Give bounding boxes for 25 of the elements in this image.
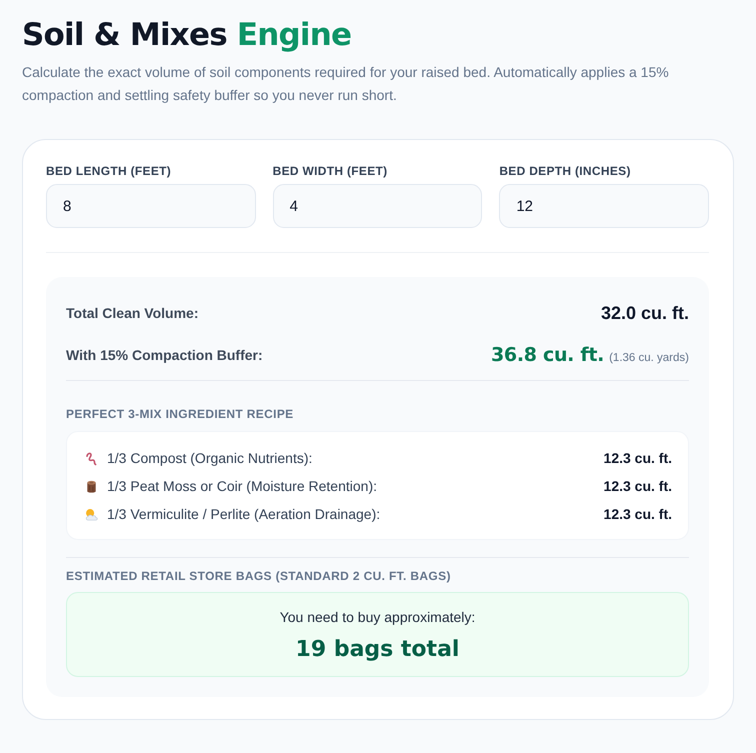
number-input[interactable]: 8 [46,184,256,228]
result-label: With 15% Compaction Buffer: [66,347,263,363]
bag-total: 19 bags total [296,636,460,664]
ingredient-amount: 12.3 cu. ft. [604,506,672,522]
volume-value: 32.0 cu. ft. [600,302,689,324]
bag-estimate-lead: You need to buy approximately: [280,608,476,627]
ingredient-label: 1/3 Peat Moss or Coir (Moisture Retention): [107,478,377,494]
ingredient-label: 1/3 Compost (Organic Nutrients): [107,450,312,466]
field-label: BED DEPTH (INCHES) [499,163,631,179]
buffered-volume-value: 36.8 cu. ft. [491,344,604,366]
section-heading: PERFECT 3-MIX INGREDIENT RECIPE [66,406,294,422]
worm-icon [84,450,99,466]
page-title: Soil & Mixes Engine [22,16,352,55]
field-label: BED LENGTH (FEET) [46,163,172,179]
ingredient-amount: 12.3 cu. ft. [604,478,672,494]
field-label: BED WIDTH (FEET) [272,163,388,179]
page-description: Calculate the exact volume of soil components required for your raised bed. Automatically applies a 15% compaction and settling safety buffer so you never run short. [22,63,670,105]
result-label: Total Clean Volume: [66,305,198,321]
cubic-yards-note: (1.36 cu. yards) [609,352,689,364]
section-heading: ESTIMATED RETAIL STORE BAGS (STANDARD 2 CU. FT. BAGS) [66,568,451,584]
number-input[interactable]: 12 [499,184,709,228]
number-input[interactable]: 4 [272,184,482,228]
ingredient-amount: 12.3 cu. ft. [604,450,672,466]
ingredient-label: 1/3 Vermiculite / Perlite (Aeration Drainage): [107,506,380,522]
sun-cloud-icon [84,506,99,522]
